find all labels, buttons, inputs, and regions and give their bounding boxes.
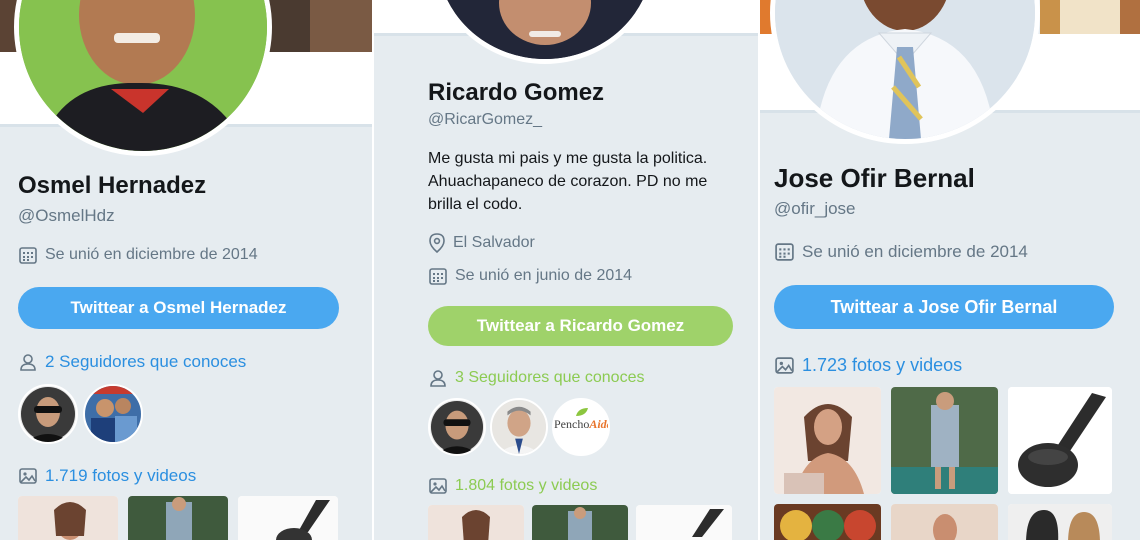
joined-date: Se unió en diciembre de 2014 <box>774 241 1028 262</box>
follower-avatar[interactable] <box>428 398 486 456</box>
joined-text: Se unió en diciembre de 2014 <box>802 241 1028 261</box>
thumb-photo <box>18 496 118 540</box>
photos-videos-link[interactable]: 1.723 fotos y videos <box>774 355 962 376</box>
follower-photo <box>85 386 141 442</box>
joined-text: Se unió en junio de 2014 <box>455 267 633 284</box>
thumb-photo <box>128 496 228 540</box>
follower-avatar[interactable] <box>83 384 143 444</box>
media-thumbnail[interactable] <box>532 505 628 540</box>
calendar-icon <box>19 247 37 264</box>
media-thumbnail[interactable] <box>636 505 732 540</box>
thumb-photo <box>891 387 998 494</box>
followers-link-label: 3 Seguidores que conoces <box>455 369 645 386</box>
media-thumbnail[interactable] <box>128 496 228 540</box>
media-link-label: 1.804 fotos y videos <box>455 477 598 494</box>
follower-avatar[interactable] <box>490 398 548 456</box>
profile-avatar[interactable] <box>432 0 658 64</box>
calendar-icon <box>429 268 447 285</box>
profile-card-osmel: Osmel Hernadez @OsmelHdz Se unió en dici… <box>0 0 372 540</box>
thumb-photo <box>1008 387 1112 494</box>
calendar-icon <box>775 243 794 261</box>
location-pin-icon <box>429 233 445 253</box>
image-icon <box>429 478 447 494</box>
image-icon <box>775 357 794 374</box>
follower-photo <box>430 400 484 454</box>
media-thumbnail[interactable] <box>891 387 998 494</box>
thumb-photo <box>1008 504 1112 540</box>
follower-photo <box>20 386 76 442</box>
person-icon <box>430 370 446 387</box>
thumb-photo <box>428 505 524 540</box>
image-icon <box>19 468 37 484</box>
follower-photo <box>492 400 546 454</box>
profile-avatar[interactable] <box>14 0 272 156</box>
location-text: El Salvador <box>453 234 535 251</box>
logo-leaf-icon <box>576 408 588 416</box>
thumb-photo <box>238 496 338 540</box>
media-link-label: 1.719 fotos y videos <box>45 466 197 485</box>
avatar-photo <box>437 0 653 59</box>
location: El Salvador <box>428 233 535 253</box>
profile-avatar[interactable] <box>770 0 1040 144</box>
joined-date: Se unió en junio de 2014 <box>428 266 632 286</box>
profile-handle[interactable]: @OsmelHdz <box>18 206 115 226</box>
media-thumbnail[interactable] <box>18 496 118 540</box>
media-thumbnail[interactable] <box>1008 387 1112 494</box>
media-link-label: 1.723 fotos y videos <box>802 355 963 375</box>
media-thumbnail[interactable] <box>891 504 998 540</box>
followers-you-know-link[interactable]: 2 Seguidores que conoces <box>18 352 246 372</box>
tweet-to-button[interactable]: Twittear a Ricardo Gomez <box>428 306 733 346</box>
thumb-photo <box>774 387 881 494</box>
follower-avatar[interactable] <box>18 384 78 444</box>
media-thumbnail[interactable] <box>1008 504 1112 540</box>
joined-date: Se unió en diciembre de 2014 <box>18 245 258 265</box>
photos-videos-link[interactable]: 1.719 fotos y videos <box>18 466 196 486</box>
profile-bio: Me gusta mi pais y me gusta la politica.… <box>428 150 708 213</box>
person-icon <box>20 354 36 371</box>
thumb-photo <box>774 504 881 540</box>
profile-card-jose: Jose Ofir Bernal @ofir_jose Se unió en d… <box>758 0 1140 540</box>
tweet-to-button[interactable]: Twittear a Jose Ofir Bernal <box>774 285 1114 329</box>
media-thumbnail[interactable] <box>774 387 881 494</box>
media-thumbnail[interactable] <box>774 504 881 540</box>
media-thumbnail[interactable] <box>428 505 524 540</box>
logo-text-part2: Aida <box>589 417 608 431</box>
profile-name: Jose Ofir Bernal <box>774 163 975 193</box>
avatar-photo <box>19 0 267 151</box>
thumb-photo <box>891 504 998 540</box>
follower-logo-avatar[interactable]: PenchoAida <box>552 398 610 456</box>
followers-you-know-link[interactable]: 3 Seguidores que conoces <box>428 368 644 388</box>
profile-name: Osmel Hernadez <box>18 172 207 199</box>
photos-videos-link[interactable]: 1.804 fotos y videos <box>428 476 597 496</box>
thumb-photo <box>532 505 628 540</box>
followers-link-label: 2 Seguidores que conoces <box>45 352 247 371</box>
profile-card-ricardo: Ricardo Gomez @RicarGomez_ Me gusta mi p… <box>372 0 758 540</box>
profile-handle[interactable]: @ofir_jose <box>774 199 856 219</box>
follower-logo: PenchoAida <box>554 417 608 431</box>
logo-text-part1: Pencho <box>554 417 590 431</box>
profile-handle[interactable]: @RicarGomez_ <box>428 111 542 129</box>
tweet-to-button[interactable]: Twittear a Osmel Hernadez <box>18 287 339 329</box>
media-thumbnail[interactable] <box>238 496 338 540</box>
thumb-photo <box>636 505 732 540</box>
avatar-photo <box>775 0 1035 139</box>
profile-name: Ricardo Gomez <box>428 79 605 106</box>
joined-text: Se unió en diciembre de 2014 <box>45 246 258 263</box>
